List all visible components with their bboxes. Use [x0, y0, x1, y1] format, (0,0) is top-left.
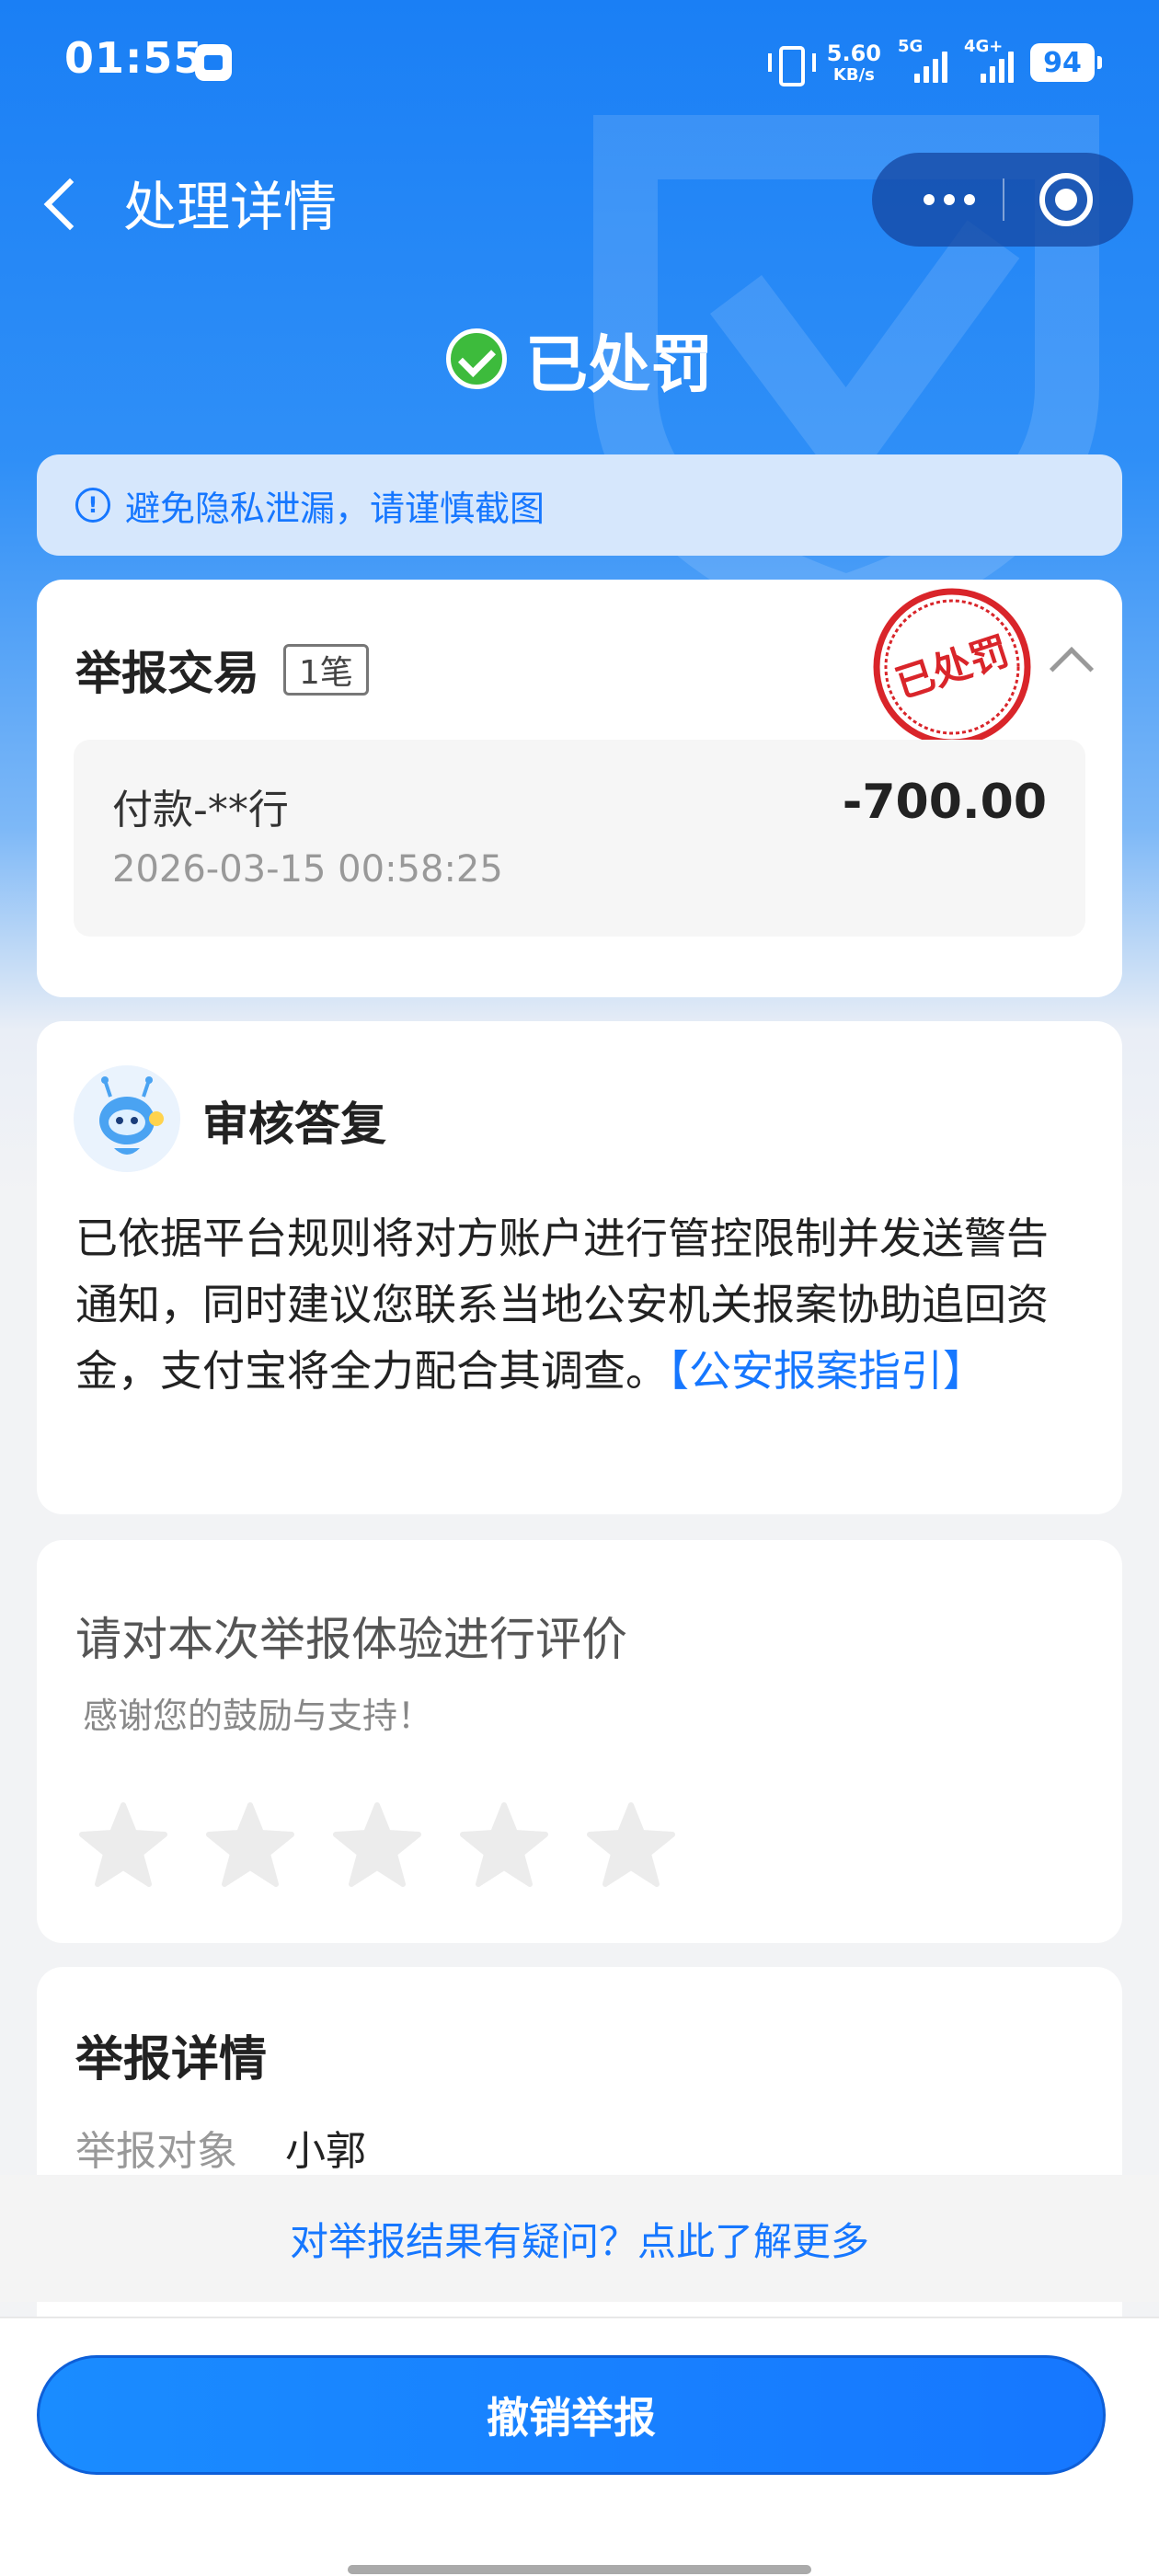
star-icon[interactable] [458, 1800, 550, 1892]
status-time: 01:55 [64, 33, 204, 83]
review-body: 已依据平台规则将对方账户进行管控限制并发送警告通知，同时建议您联系当地公安机关报… [75, 1205, 1087, 1404]
back-button[interactable] [37, 166, 92, 239]
page-title: 处理详情 [123, 176, 338, 238]
transaction-amount: -700.00 [842, 775, 1047, 830]
penalty-stamp-icon: 已处罚 [873, 588, 1031, 746]
bottom-action-bar: 撤销举报 [0, 2317, 1159, 2576]
report-target-value: 小郭 [285, 2128, 366, 2175]
result-status: 已处罚 [0, 317, 1159, 402]
signal-4g-icon: 4G+ [964, 37, 1014, 83]
section-title: 审核答复 [202, 1098, 386, 1151]
close-miniapp-button[interactable] [1039, 173, 1093, 226]
transaction-name: 付款-**行 [112, 787, 289, 834]
transaction-item[interactable]: 付款-**行 -700.00 2026-03-15 00:58:25 [74, 740, 1085, 937]
review-reply-card: 审核答复 已依据平台规则将对方账户进行管控限制并发送警告通知，同时建议您联系当地… [37, 1021, 1122, 1514]
miniapp-capsule [872, 153, 1133, 247]
check-circle-icon [445, 328, 507, 389]
capsule-divider [1003, 178, 1004, 221]
star-rating [77, 1800, 677, 1892]
more-dot-icon [944, 194, 955, 205]
network-speed: 5.60 KB/s [826, 40, 881, 85]
signal-5g-icon: 5G [898, 37, 947, 83]
info-icon: ! [75, 488, 110, 523]
revoke-report-button[interactable]: 撤销举报 [37, 2355, 1106, 2475]
section-title: 举报交易 [75, 647, 259, 700]
status-indicators: 5.60 KB/s 5G 4G+ 94 [766, 37, 1102, 88]
police-report-guide-link[interactable]: 【公安报案指引】 [668, 1346, 985, 1396]
rating-card: 请对本次举报体验进行评价 感谢您的鼓励与支持！ [37, 1540, 1122, 1943]
star-icon[interactable] [77, 1800, 169, 1892]
report-target-label: 举报对象 [75, 2128, 237, 2175]
result-status-text: 已处罚 [524, 328, 713, 402]
report-transaction-card: 举报交易 1笔 已处罚 付款-**行 -700.00 2026-03-15 00… [37, 580, 1122, 997]
status-bar: 01:55 5.60 KB/s 5G 4G+ 94 [0, 0, 1159, 129]
privacy-text: 避免隐私泄漏，请谨慎截图 [125, 488, 545, 529]
home-indicator[interactable] [348, 2565, 811, 2574]
count-badge: 1笔 [283, 644, 369, 696]
more-dot-icon [924, 194, 935, 205]
section-title: 举报详情 [75, 2032, 268, 2087]
vibrate-icon [766, 44, 816, 86]
star-icon[interactable] [331, 1800, 423, 1892]
privacy-banner: ! 避免隐私泄漏，请谨慎截图 [37, 454, 1122, 556]
robot-avatar-icon [74, 1065, 180, 1172]
stamp-text: 已处罚 [890, 628, 1015, 707]
more-dot-icon [964, 194, 975, 205]
star-icon[interactable] [585, 1800, 677, 1892]
rating-title: 请对本次举报体验进行评价 [75, 1613, 627, 1666]
rating-subtitle: 感谢您的鼓励与支持！ [83, 1696, 433, 1736]
transaction-time: 2026-03-15 00:58:25 [112, 848, 503, 891]
question-link[interactable]: 对举报结果有疑问？点此了解更多 [290, 2211, 869, 2267]
star-icon[interactable] [204, 1800, 296, 1892]
battery-icon: 94 [1030, 43, 1102, 82]
notification-app-icon [195, 44, 232, 81]
chevron-up-icon[interactable] [1049, 646, 1095, 692]
more-button[interactable] [903, 153, 995, 247]
question-banner[interactable]: 对举报结果有疑问？点此了解更多 [0, 2175, 1159, 2302]
